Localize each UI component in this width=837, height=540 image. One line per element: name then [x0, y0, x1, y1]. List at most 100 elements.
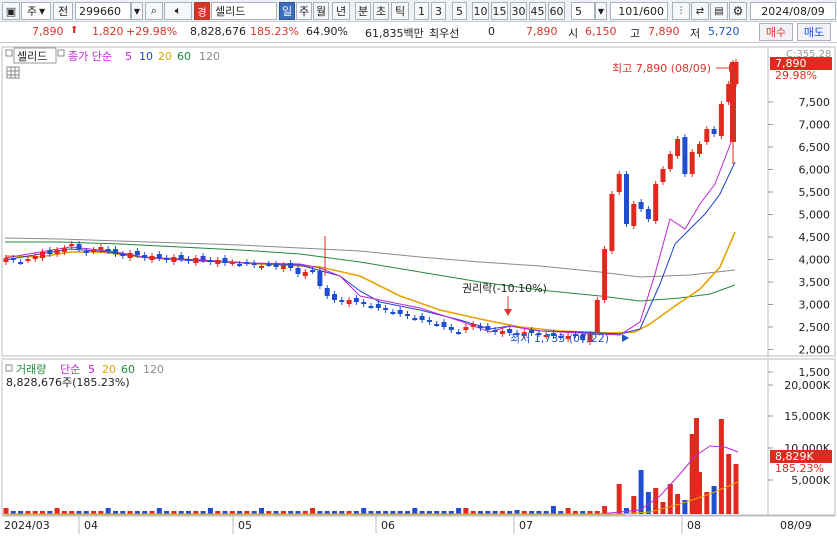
volume-collapse-icon[interactable]: [5, 364, 13, 372]
candle-body: [718, 104, 724, 136]
volume-ma-20: 20: [102, 363, 116, 376]
turnover-rate: 64.90%: [306, 25, 348, 38]
search-icon[interactable]: ⌕: [145, 2, 163, 20]
candle-body: [302, 272, 308, 276]
legend-toggle-icon[interactable]: [57, 49, 65, 57]
code-input[interactable]: 299660: [75, 2, 131, 20]
period-week[interactable]: 주: [296, 2, 312, 20]
price-tick-label: 7,000: [799, 119, 831, 132]
candle-body: [616, 174, 622, 192]
volume-bar: [259, 508, 264, 514]
period-second[interactable]: 초: [373, 2, 389, 20]
candle-body: [368, 306, 374, 308]
candle-body: [105, 249, 111, 251]
candle-body: [324, 288, 330, 296]
candle-body: [193, 258, 199, 263]
candle-body: [61, 248, 67, 252]
low-annotation: 최저 1,733 (07/22): [510, 332, 609, 345]
candle-body: [624, 174, 629, 224]
count-field[interactable]: 101/600: [610, 2, 668, 20]
volume-tick-label: 20,000K: [784, 379, 830, 392]
candle-body: [164, 258, 170, 260]
panel-collapse-icon[interactable]: [5, 49, 13, 57]
count-max: /600: [639, 4, 664, 18]
candle-body: [47, 250, 53, 254]
candle-body: [215, 260, 221, 264]
candle-body: [3, 258, 9, 262]
candle-body: [397, 310, 403, 314]
stock-name-field[interactable]: 셀리드: [211, 2, 277, 20]
price-tick-label: 1,500: [799, 366, 831, 379]
up-arrow-icon: ⬆: [70, 25, 79, 36]
candle-body: [346, 300, 352, 304]
period-tick[interactable]: 틱: [391, 2, 409, 20]
code-dropdown-icon[interactable]: ▼: [131, 2, 143, 20]
interval-1[interactable]: 1: [414, 2, 429, 20]
candle-body: [83, 251, 89, 253]
candle-body: [499, 331, 505, 334]
prev-button[interactable]: 전: [53, 2, 73, 20]
ma-legend-20: 20: [158, 50, 172, 63]
interval-10[interactable]: 10: [472, 2, 489, 20]
interval-dropdown-icon[interactable]: ▼: [595, 2, 607, 20]
candle-body: [288, 263, 294, 268]
interval-45[interactable]: 45: [529, 2, 546, 20]
date-field[interactable]: 2024/08/09: [750, 2, 836, 20]
price-tick-label: 6,000: [799, 164, 831, 177]
volume-ma-5: 5: [88, 363, 95, 376]
grid-table-icon[interactable]: [6, 66, 20, 79]
chart-area[interactable]: 셀리드 종가 단순 5 10 20 60 120 7,500 7,000 6,500…: [0, 44, 837, 537]
market-select[interactable]: 주 ▼: [21, 2, 51, 20]
candle-body: [631, 204, 637, 226]
chart-type-icon[interactable]: ⫶: [672, 2, 690, 20]
period-month[interactable]: 월: [313, 2, 329, 20]
interval-30[interactable]: 30: [510, 2, 527, 20]
candle-body: [200, 256, 206, 260]
interval-5[interactable]: 5: [452, 2, 467, 20]
volume-bar: [616, 484, 622, 514]
sell-button[interactable]: 매도: [797, 23, 831, 41]
volume-bar: [565, 508, 571, 514]
candle-body: [594, 300, 600, 332]
candle-body: [667, 154, 673, 169]
x-label-08: 08: [687, 519, 701, 532]
high-price: 7,890: [648, 25, 680, 38]
top-toolbar: ▣ 주 ▼ 전 299660 ▼ ⌕ 🔈︎ 경 셀리드 일 주 월 년 분 초 틱…: [0, 0, 837, 22]
period-year[interactable]: 년: [332, 2, 350, 20]
volume-bar: [207, 508, 213, 514]
period-minute[interactable]: 분: [355, 2, 371, 20]
open-label: 시: [568, 27, 579, 40]
volume-bar: [718, 419, 724, 514]
candle-body: [229, 262, 235, 264]
candle-body: [704, 129, 710, 142]
candle-body: [273, 264, 279, 267]
x-label-07: 07: [519, 519, 533, 532]
x-label-04: 04: [84, 519, 98, 532]
low-label: 저: [690, 27, 701, 40]
period-day[interactable]: 일: [279, 2, 295, 20]
volume-bar: [361, 508, 367, 514]
zoom-icon[interactable]: ⇄: [691, 2, 709, 20]
candle-body: [251, 263, 257, 265]
candle-body: [419, 316, 425, 320]
price-tick-label: 4,500: [799, 231, 831, 244]
interval-3[interactable]: 3: [431, 2, 446, 20]
candle-body: [149, 256, 155, 260]
candle-body: [178, 255, 184, 259]
ma-legend-120: 120: [199, 50, 220, 63]
buy-button[interactable]: 매수: [759, 23, 793, 41]
settings-icon[interactable]: ⚙: [729, 2, 747, 20]
volume-bar: [514, 510, 520, 514]
save-icon[interactable]: ▤: [710, 2, 728, 20]
candle-body: [353, 298, 359, 302]
speaker-icon[interactable]: 🔈︎: [164, 2, 192, 20]
candle-body: [645, 209, 651, 219]
window-icon[interactable]: ▣: [2, 2, 20, 20]
interval-input[interactable]: 5: [571, 2, 595, 20]
candle-body: [361, 302, 367, 304]
x-label-end: 08/09: [780, 519, 812, 532]
x-label-05: 05: [238, 519, 252, 532]
interval-15[interactable]: 15: [491, 2, 508, 20]
interval-60[interactable]: 60: [548, 2, 565, 20]
candle-body: [69, 244, 75, 246]
